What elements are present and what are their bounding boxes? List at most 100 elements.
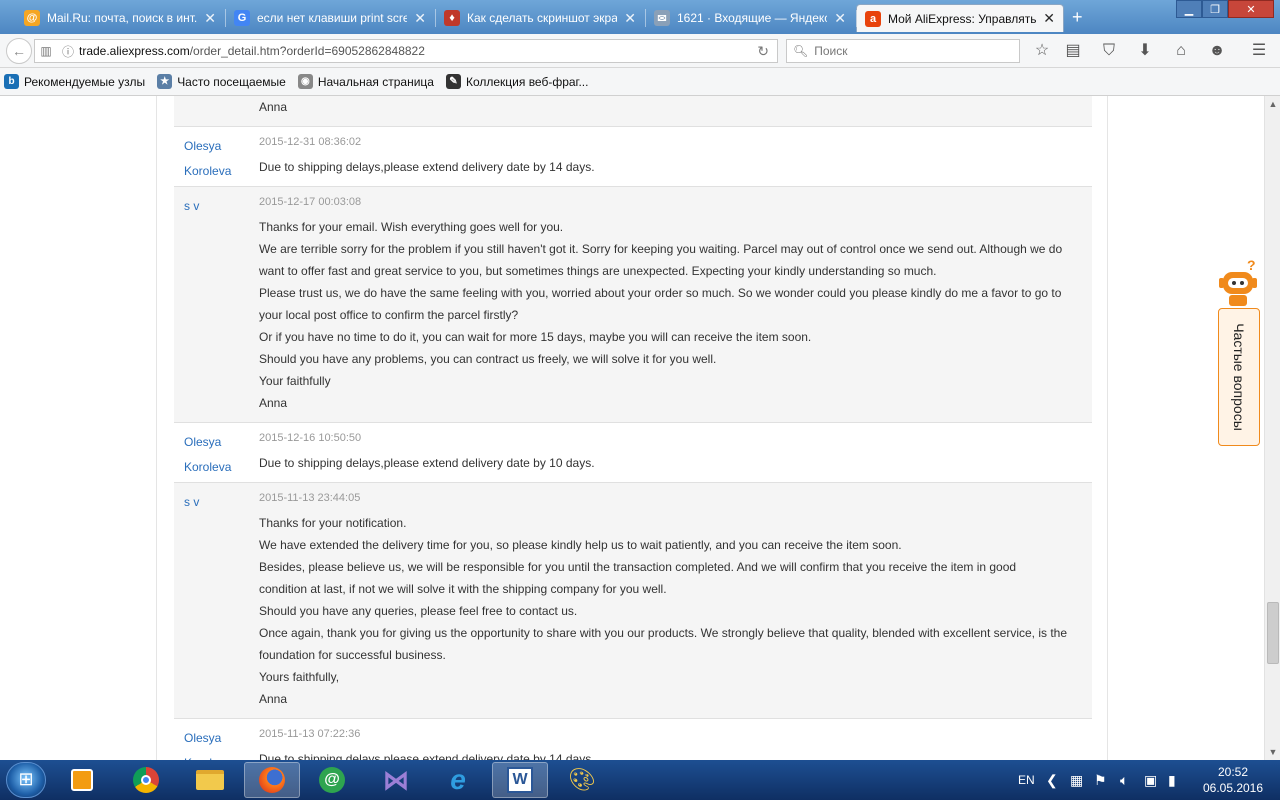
minimize-button[interactable]: ▁ bbox=[1176, 0, 1202, 18]
address-bar[interactable]: ▥ ⓘ trade.aliexpress.com/order_detail.ht… bbox=[34, 39, 778, 63]
menu-icon[interactable]: ☰ bbox=[1250, 42, 1268, 60]
scroll-up-arrow-icon[interactable]: ▲ bbox=[1265, 96, 1280, 112]
bookmark-favicon-icon: b bbox=[4, 74, 19, 89]
page-content: Anna Olesya Koroleva 2015-12-31 08:36:02 Du… bbox=[0, 96, 1264, 760]
svg-text:?: ? bbox=[1247, 258, 1256, 273]
new-tab-button[interactable]: + bbox=[1072, 7, 1083, 28]
message-row: Olesya Koroleva 2015-11-13 07:22:36 Due to… bbox=[174, 719, 1092, 760]
close-tab-icon[interactable]: ✕ bbox=[204, 10, 216, 27]
firefox-icon[interactable] bbox=[244, 762, 300, 798]
library-icon[interactable]: ▥ bbox=[35, 44, 57, 58]
system-clock[interactable]: 20:52 06.05.2016 bbox=[1192, 764, 1274, 796]
browser-tab[interactable]: ♦ Как сделать скриншот экра... ✕ bbox=[435, 4, 644, 32]
message-line: Due to shipping delays,please extend del… bbox=[259, 160, 595, 174]
signal-icon[interactable]: ▮ bbox=[1168, 760, 1176, 800]
close-window-button[interactable]: ✕ bbox=[1228, 0, 1274, 18]
network-icon[interactable]: ▦ bbox=[1070, 760, 1083, 800]
message-author[interactable]: Olesya Koroleva bbox=[184, 430, 244, 480]
robot-assistant-icon[interactable]: ? bbox=[1217, 258, 1261, 310]
close-tab-icon[interactable]: ✕ bbox=[834, 10, 846, 27]
message-line: Should you have any queries, please feel… bbox=[259, 604, 578, 618]
message-author[interactable]: s v bbox=[184, 194, 244, 219]
message-line: Anna bbox=[259, 100, 288, 114]
message-line: Due to shipping delays,please extend del… bbox=[259, 752, 595, 760]
bookmark-label: Часто посещаемые bbox=[177, 74, 286, 89]
message-author[interactable]: s v bbox=[184, 490, 244, 515]
visual-studio-icon[interactable]: ⋈ bbox=[368, 762, 424, 798]
bookmark-label: Начальная страница bbox=[317, 74, 434, 89]
volume-icon[interactable]: 🔈︎ bbox=[1120, 760, 1128, 800]
show-hidden-icons-icon[interactable]: ❮ bbox=[1046, 760, 1058, 800]
message-line: Your faithfully bbox=[259, 374, 331, 388]
browser-tab[interactable]: @ Mail.Ru: почта, поиск в инт... ✕ bbox=[16, 4, 224, 32]
bookmark-star-icon[interactable]: ☆ bbox=[1033, 42, 1051, 60]
faq-button[interactable]: Частые вопросы bbox=[1218, 308, 1260, 446]
maximize-button[interactable]: ❐ bbox=[1202, 0, 1228, 18]
message-line: Yours faithfully, bbox=[259, 670, 340, 684]
explorer-icon[interactable] bbox=[182, 762, 238, 798]
message-row: Olesya Koroleva 2015-12-31 08:36:02 Due to… bbox=[174, 127, 1092, 187]
message-timestamp: 2015-11-13 23:44:05 bbox=[259, 492, 361, 504]
bookmark-item[interactable]: b Рекомендуемые узлы bbox=[4, 74, 145, 89]
info-icon[interactable]: ⓘ bbox=[57, 43, 79, 60]
browser-tab[interactable]: a Мой AliExpress: Управлять з... ✕ bbox=[856, 4, 1064, 32]
close-tab-icon[interactable]: ✕ bbox=[1043, 10, 1055, 27]
tab-title: если нет клавиши print scre... bbox=[257, 11, 408, 25]
pocket-icon[interactable]: ⛉ bbox=[1100, 42, 1118, 60]
message-timestamp: 2015-12-31 08:36:02 bbox=[259, 136, 362, 148]
bookmark-item[interactable]: ✎ Коллекция веб-фраг... bbox=[445, 74, 589, 89]
search-placeholder: Поиск bbox=[814, 44, 848, 58]
search-input[interactable]: 🔍︎ Поиск bbox=[786, 39, 1020, 63]
scroll-down-arrow-icon[interactable]: ▼ bbox=[1265, 744, 1280, 760]
bookmark-item[interactable]: ◉ Начальная страница bbox=[297, 74, 434, 89]
reading-list-icon[interactable]: ▤ bbox=[1064, 42, 1082, 60]
message-line: your local post office to confirm the pa… bbox=[259, 308, 519, 322]
tab-favicon-icon: ♦ bbox=[444, 10, 460, 26]
taskbar: @ ⋈ e W 🎨︎ EN ❮ ▦ ⚑ 🔈︎ ▣ ▮ 20:52 06.05.2… bbox=[0, 760, 1280, 800]
browser-tab[interactable]: Gесли нет клавиши print scre... ✕ bbox=[225, 4, 434, 32]
message-line: Please trust us, we do have the same fee… bbox=[259, 286, 1062, 300]
reload-icon[interactable]: ↻ bbox=[757, 43, 769, 60]
tray-app-icon[interactable]: ▣ bbox=[1144, 760, 1157, 800]
tab-favicon-icon: G bbox=[234, 10, 250, 26]
url-text[interactable]: trade.aliexpress.com/order_detail.htm?or… bbox=[79, 44, 425, 58]
message-author[interactable]: Olesya Koroleva bbox=[184, 726, 244, 760]
message-body: Due to shipping delays,please extend del… bbox=[259, 748, 1092, 760]
start-button[interactable] bbox=[6, 762, 46, 798]
bookmark-label: Рекомендуемые узлы bbox=[24, 74, 146, 89]
clock-time: 20:52 bbox=[1217, 765, 1249, 779]
scrollbar-thumb[interactable] bbox=[1267, 602, 1279, 664]
message-line: Due to shipping delays,please extend del… bbox=[259, 456, 595, 470]
chrome-icon[interactable] bbox=[118, 762, 174, 798]
media-player-icon[interactable] bbox=[54, 762, 110, 798]
bookmark-item[interactable]: ★ Часто посещаемые bbox=[157, 74, 286, 89]
chat-icon[interactable]: ☻ bbox=[1208, 42, 1226, 60]
mail-agent-icon[interactable]: @ bbox=[304, 762, 360, 798]
message-author[interactable]: Olesya Koroleva bbox=[184, 134, 244, 184]
vertical-scrollbar[interactable]: ▲ ▼ bbox=[1264, 96, 1280, 760]
action-center-flag-icon[interactable]: ⚑ bbox=[1094, 760, 1107, 800]
home-icon[interactable]: ⌂ bbox=[1172, 42, 1190, 60]
message-timestamp: 2015-11-13 07:22:36 bbox=[259, 728, 361, 740]
bookmark-favicon-icon: ◉ bbox=[297, 74, 313, 89]
close-tab-icon[interactable]: ✕ bbox=[624, 10, 636, 27]
close-tab-icon[interactable]: ✕ bbox=[414, 10, 426, 27]
word-icon[interactable]: W bbox=[492, 762, 548, 798]
message-line: Thanks for your notification. bbox=[259, 516, 407, 530]
back-button[interactable]: ← bbox=[6, 38, 32, 64]
navigation-bar: ← ▥ ⓘ trade.aliexpress.com/order_detail.… bbox=[0, 34, 1280, 68]
tab-favicon-icon: a bbox=[865, 10, 881, 27]
language-indicator[interactable]: EN bbox=[1018, 760, 1035, 800]
bookmark-label: Коллекция веб-фраг... bbox=[465, 74, 589, 89]
paint-icon[interactable]: 🎨︎ bbox=[554, 762, 610, 798]
message-body: Thanks for your email. Wish everything g… bbox=[259, 216, 1092, 414]
message-line: condition at last, if not we will solve … bbox=[259, 582, 667, 596]
tab-title: 1621 · Входящие — Яндекс.... bbox=[677, 11, 828, 25]
message-history: Anna Olesya Koroleva 2015-12-31 08:36:02 Du… bbox=[156, 96, 1108, 760]
bookmark-favicon-icon: ★ bbox=[157, 74, 173, 89]
browser-tab[interactable]: ✉ 1621 · Входящие — Яндекс.... ✕ bbox=[645, 4, 854, 32]
url-path: /order_detail.htm?orderId=69052862848822 bbox=[189, 44, 425, 58]
ie-icon[interactable]: e bbox=[430, 762, 486, 798]
message-line: Anna bbox=[259, 692, 288, 706]
download-icon[interactable]: ⬇ bbox=[1136, 42, 1154, 60]
